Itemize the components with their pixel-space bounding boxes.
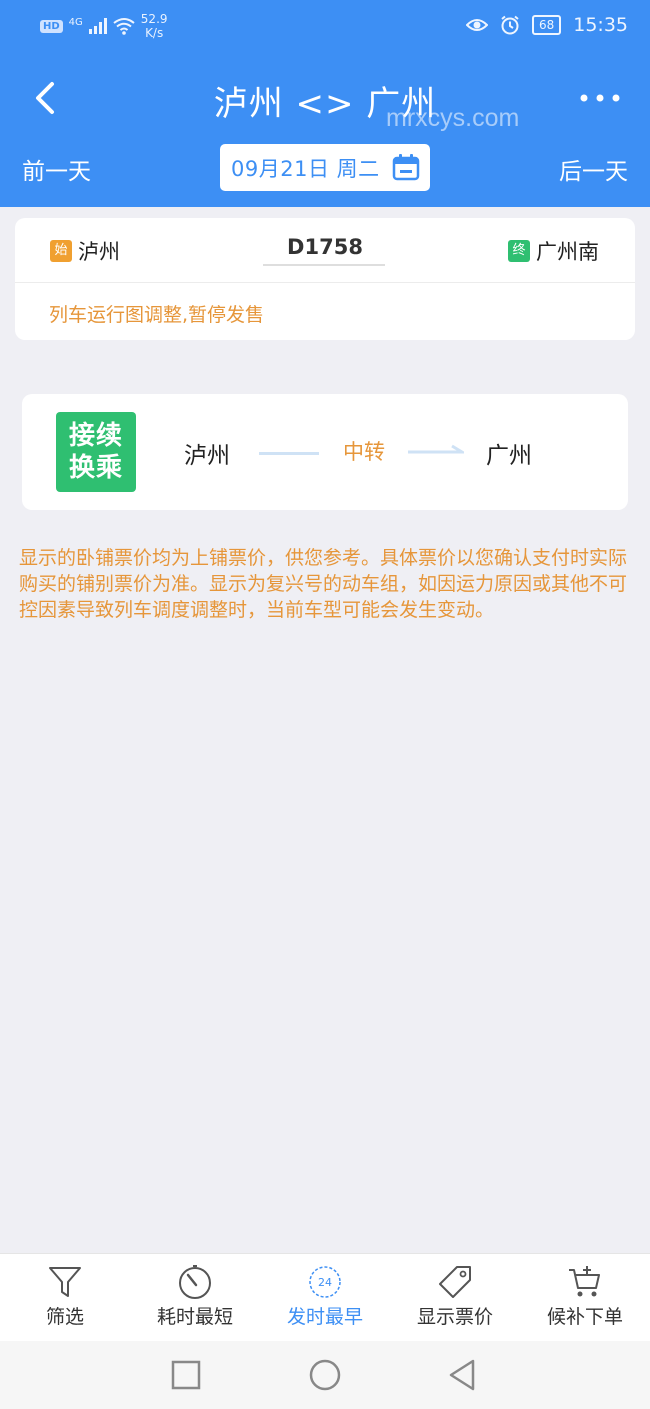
recent-apps-icon[interactable] <box>168 1357 204 1393</box>
tab-show-price[interactable]: 显示票价 <box>390 1254 520 1342</box>
page-title: 泸州 <> 广州 <box>213 84 437 124</box>
tab-earliest-departure[interactable]: 24 发时最早 <box>260 1254 390 1342</box>
timer-icon <box>179 1265 211 1299</box>
arrival-station-name: 广州南 <box>536 240 599 264</box>
train-summary: 始 泸州 D1758 终 广州南 <box>15 218 635 283</box>
transfer-from: 泸州 <box>184 443 230 469</box>
more-options-icon[interactable] <box>578 88 622 108</box>
price-disclaimer: 显示的卧铺票价均为上铺票价，供您参考。具体票价以您确认支付时实际购买的铺别票价为… <box>19 547 628 621</box>
transfer-connector-line <box>259 452 319 455</box>
title-row: 泸州 <> 广州 <box>0 70 650 126</box>
net-speed-unit: K/s <box>145 26 164 40</box>
bottom-toolbar: 筛选 耗时最短 24 发时最早 显示票价 候补下单 <box>0 1253 650 1341</box>
clock-24-icon-text: 24 <box>318 1276 332 1289</box>
calendar-icon <box>392 154 420 181</box>
transfer-badge-line1: 接续 <box>68 421 123 451</box>
date-navigation: 前一天 09月21日 周二 后一天 <box>0 144 650 192</box>
tab-filter[interactable]: 筛选 <box>0 1254 130 1342</box>
start-tag: 始 <box>50 240 72 262</box>
departure-station-name: 泸州 <box>78 240 120 264</box>
transfer-middle: 中转 <box>343 440 385 464</box>
alarm-icon <box>501 15 519 35</box>
arrival-station: 终 广州南 <box>508 236 599 266</box>
next-day-button[interactable]: 后一天 <box>559 152 628 186</box>
status-bar: HD 4G 52.9 K/s 68 15:35 <box>0 0 650 54</box>
departure-station: 始 泸州 <box>50 236 120 266</box>
sale-suspended-notice: 列车运行图调整,暂停发售 <box>49 304 265 326</box>
end-tag: 终 <box>508 240 530 262</box>
tab-label: 筛选 <box>45 1306 84 1328</box>
back-nav-icon[interactable] <box>445 1357 481 1393</box>
watermark: mrxcys.com <box>386 104 520 132</box>
signal-icon <box>88 18 107 34</box>
tab-waitlist-order[interactable]: 候补下单 <box>520 1254 650 1342</box>
train-number[interactable]: D1758 <box>265 235 385 259</box>
status-right: 68 15:35 <box>465 14 628 36</box>
clock-time: 15:35 <box>573 14 628 36</box>
home-icon[interactable] <box>307 1357 343 1393</box>
network-type: 4G <box>68 16 83 28</box>
tab-label: 显示票价 <box>416 1306 493 1328</box>
tab-label: 候补下单 <box>546 1306 623 1328</box>
tab-shortest-duration[interactable]: 耗时最短 <box>130 1254 260 1342</box>
system-navigation-bar <box>0 1341 650 1409</box>
app-header: HD 4G 52.9 K/s 68 15:35 泸州 <> 广州 mrxcys.… <box>0 0 650 207</box>
status-left: HD 4G 52.9 K/s <box>40 12 168 40</box>
clock-24-icon: 24 <box>309 1266 341 1298</box>
train-number-underline <box>263 264 385 266</box>
arrow-right-icon <box>408 444 464 454</box>
selected-date: 09月21日 周二 <box>231 156 380 181</box>
battery-indicator: 68 <box>531 15 562 35</box>
cart-add-icon <box>569 1266 600 1297</box>
eye-icon <box>465 19 488 31</box>
prev-day-button[interactable]: 前一天 <box>22 152 91 186</box>
net-speed-value: 52.9 <box>140 12 168 26</box>
hd-badge: HD <box>40 19 63 33</box>
tab-label: 耗时最短 <box>156 1306 233 1328</box>
transfer-to: 广州 <box>486 443 532 469</box>
net-speed: 52.9 K/s <box>141 12 168 40</box>
train-card[interactable]: 始 泸州 D1758 终 广州南 列车运行图调整,暂停发售 <box>15 218 635 340</box>
wifi-icon <box>113 18 135 35</box>
date-picker[interactable]: 09月21日 周二 <box>220 144 430 191</box>
price-tag-icon <box>439 1266 471 1298</box>
tab-label: 发时最早 <box>286 1306 363 1328</box>
transfer-badge: 接续 换乘 <box>56 412 136 492</box>
transfer-card[interactable]: 接续 换乘 泸州 中转 广州 <box>22 394 628 510</box>
transfer-badge-line2: 换乘 <box>68 453 123 483</box>
filter-icon <box>49 1267 81 1297</box>
